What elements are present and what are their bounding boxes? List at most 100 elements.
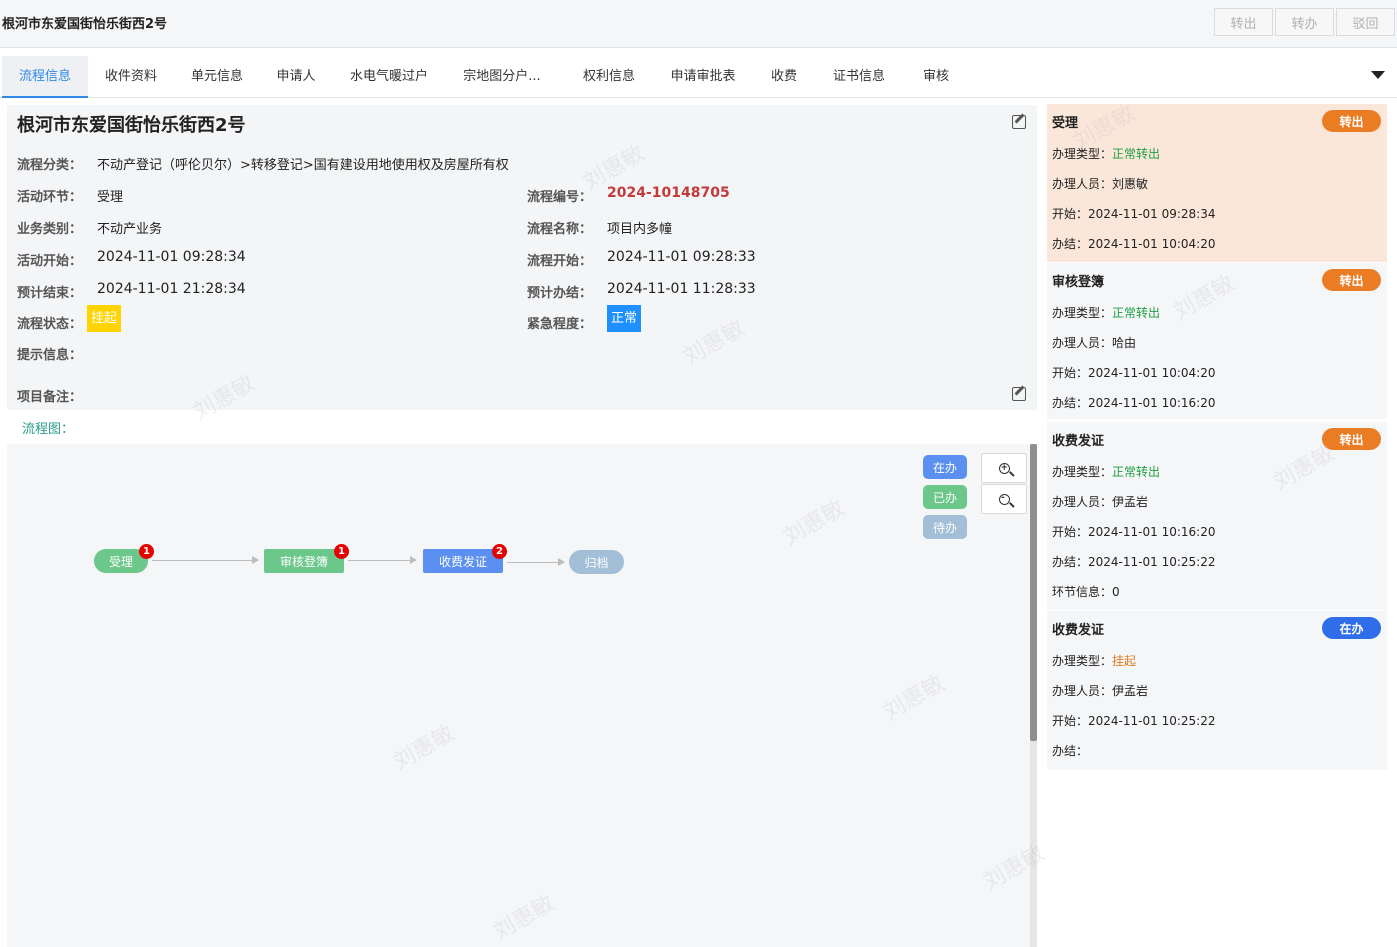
zoom-in-button[interactable]: +	[981, 453, 1027, 483]
flow-node-review-count: 1	[334, 544, 349, 559]
history-card-accept: 受理 转出 办理类型：正常转出 办理人员：刘惠敏 开始：2024-11-01 0…	[1047, 104, 1387, 262]
history-card-button[interactable]: 转出	[1322, 428, 1381, 450]
scrollbar-thumb[interactable]	[1030, 444, 1037, 741]
status-badge: 挂起	[87, 305, 122, 332]
tab-more-dropdown-icon[interactable]	[1371, 71, 1385, 79]
flow-arrow-2	[348, 556, 417, 564]
end-label: 办结：	[1052, 396, 1089, 410]
flow-chart-canvas[interactable]	[7, 444, 1037, 947]
tab-bar: 流程信息 收件资料 单元信息 申请人 水电气暖过户 宗地图分户... 权利信息 …	[0, 56, 1397, 98]
edit-icon[interactable]	[1012, 115, 1026, 129]
legend-pending: 待办	[923, 515, 967, 539]
act-start-value: 2024-11-01 09:28:34	[97, 249, 246, 265]
top-bar: 根河市东爱国街怡乐街西2号 转出 转办 驳回	[0, 0, 1397, 48]
reassign-button[interactable]: 转办	[1275, 8, 1334, 36]
flow-node-review[interactable]: 审核登簿	[264, 549, 344, 573]
person-label: 办理人员：	[1052, 336, 1113, 350]
history-card-title: 收费发证	[1052, 623, 1105, 638]
plan-end-label: 预计结束：	[17, 286, 83, 301]
tab-unit-info[interactable]: 单元信息	[176, 56, 258, 98]
end-value: 2024-11-01 10:25:22	[1088, 555, 1216, 569]
flow-name-label: 流程名称：	[527, 222, 593, 237]
flow-node-fee[interactable]: 收费发证	[423, 549, 503, 573]
status-label: 流程状态：	[17, 317, 83, 332]
category-label: 流程分类：	[17, 158, 83, 173]
type-label: 办理类型：	[1052, 306, 1113, 320]
person-value: 伊孟岩	[1112, 495, 1149, 509]
tab-fees[interactable]: 收费	[760, 56, 808, 98]
flow-node-fee-count: 2	[492, 544, 507, 559]
zoom-out-icon: -	[998, 493, 1010, 505]
plan-end-value: 2024-11-01 21:28:34	[97, 281, 246, 297]
flow-no-value: 2024-10148705	[607, 185, 730, 201]
canvas-scrollbar[interactable]	[1030, 444, 1037, 947]
person-value: 伊孟岩	[1112, 684, 1149, 698]
page-title: 根河市东爱国街怡乐街西2号	[17, 115, 246, 136]
remark-edit-icon[interactable]	[1012, 387, 1026, 401]
end-value: 2024-11-01 10:16:20	[1088, 396, 1216, 410]
start-value: 2024-11-01 10:16:20	[1088, 525, 1216, 539]
urgency-badge: 正常	[607, 305, 642, 332]
node-info: 环节信息：0	[1052, 585, 1120, 599]
person-value: 哈由	[1112, 336, 1137, 350]
flow-info-panel: 根河市东爱国街怡乐街西2号 流程分类： 不动产登记（呼伦贝尔）>转移登记>国有建…	[7, 105, 1037, 410]
tab-utilities-transfer[interactable]: 水电气暖过户	[338, 56, 440, 98]
flow-node-archive[interactable]: 归档	[569, 550, 624, 574]
type-value: 挂起	[1112, 654, 1137, 668]
person-label: 办理人员：	[1052, 684, 1113, 698]
end-label: 办结：	[1052, 555, 1089, 569]
end-value: 2024-11-01 10:04:20	[1088, 237, 1216, 251]
end-label: 办结：	[1052, 744, 1089, 758]
tab-parcel-map[interactable]: 宗地图分户...	[452, 56, 552, 98]
history-card-review: 审核登簿 转出 办理类型：正常转出 办理人员：哈由 开始：2024-11-01 …	[1047, 263, 1387, 419]
header-actions: 转出 转办 驳回	[1214, 8, 1395, 36]
transfer-out-button[interactable]: 转出	[1214, 8, 1273, 36]
legend-done: 已办	[923, 485, 967, 509]
step-value: 受理	[97, 190, 124, 205]
zoom-in-icon: +	[998, 462, 1010, 474]
tab-certificate-info[interactable]: 证书信息	[818, 56, 900, 98]
tab-review[interactable]: 审核	[910, 56, 962, 98]
start-label: 开始：	[1052, 207, 1089, 221]
type-label: 办理类型：	[1052, 654, 1113, 668]
tab-applicant[interactable]: 申请人	[262, 56, 330, 98]
history-card-button[interactable]: 转出	[1322, 269, 1381, 291]
flow-no-label: 流程编号：	[527, 190, 593, 205]
reject-button[interactable]: 驳回	[1336, 8, 1395, 36]
status-badge-wrap: 挂起	[87, 305, 122, 332]
plan-done-value: 2024-11-01 11:28:33	[607, 281, 756, 297]
type-label: 办理类型：	[1052, 147, 1113, 161]
zoom-out-button[interactable]: -	[981, 484, 1027, 514]
start-label: 开始：	[1052, 366, 1089, 380]
start-label: 开始：	[1052, 525, 1089, 539]
person-value: 刘惠敏	[1112, 177, 1149, 191]
flow-arrow-1	[152, 556, 259, 564]
start-value: 2024-11-01 10:04:20	[1088, 366, 1216, 380]
history-card-title: 受理	[1052, 116, 1079, 131]
tab-rights-info[interactable]: 权利信息	[568, 56, 650, 98]
history-card-fee-2: 收费发证 在办 办理类型：挂起 办理人员：伊孟岩 开始：2024-11-01 1…	[1047, 611, 1387, 770]
legend-in-progress: 在办	[923, 455, 967, 479]
start-value: 2024-11-01 10:25:22	[1088, 714, 1216, 728]
plan-done-label: 预计办结：	[527, 286, 593, 301]
flow-chart-label: 流程图：	[22, 422, 75, 437]
tab-approval-form[interactable]: 申请审批表	[658, 56, 748, 98]
urgency-badge-wrap: 正常	[607, 305, 642, 332]
remark-label: 项目备注：	[17, 390, 83, 405]
end-label: 办结：	[1052, 237, 1089, 251]
history-card-button[interactable]: 在办	[1322, 617, 1381, 639]
flow-start-label: 流程开始：	[527, 254, 593, 269]
tab-received-docs[interactable]: 收件资料	[90, 56, 172, 98]
start-label: 开始：	[1052, 714, 1089, 728]
biz-label: 业务类别：	[17, 222, 83, 237]
type-value: 正常转出	[1112, 306, 1161, 320]
act-start-label: 活动开始：	[17, 254, 83, 269]
urgency-label: 紧急程度：	[527, 317, 593, 332]
history-card-button[interactable]: 转出	[1322, 110, 1381, 132]
tab-flow-info[interactable]: 流程信息	[2, 56, 88, 98]
category-value: 不动产登记（呼伦贝尔）>转移登记>国有建设用地使用权及房屋所有权	[97, 158, 509, 173]
biz-value: 不动产业务	[97, 222, 163, 237]
flow-arrow-3	[507, 558, 565, 566]
flow-start-value: 2024-11-01 09:28:33	[607, 249, 756, 265]
hint-label: 提示信息：	[17, 348, 83, 363]
